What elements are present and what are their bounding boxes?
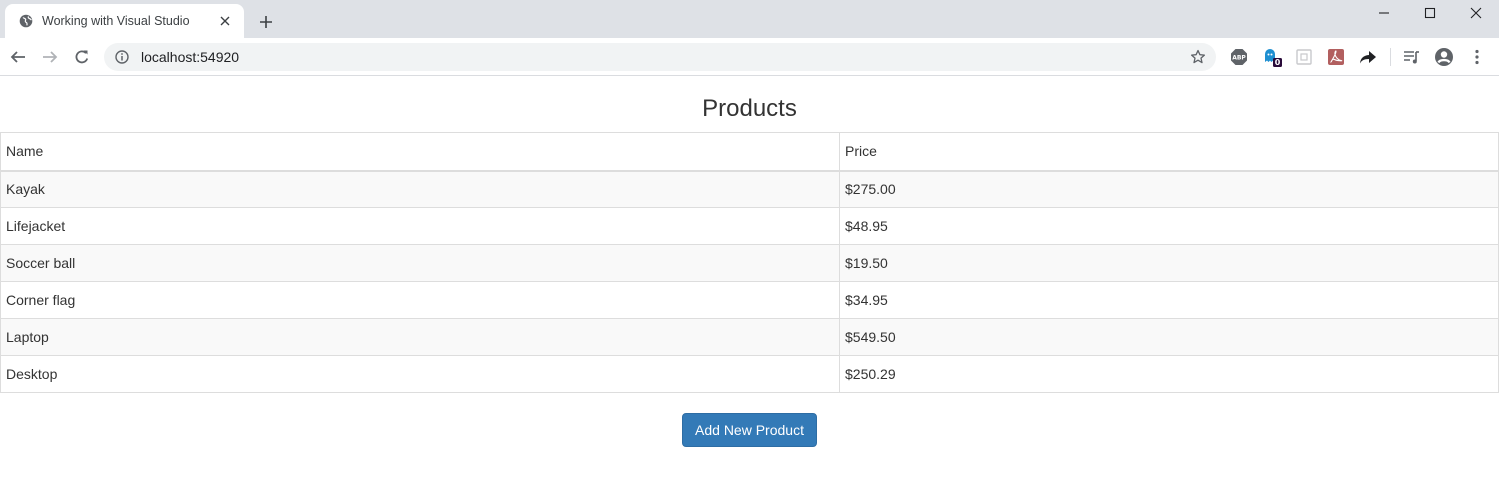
table-row: Soccer ball $19.50 [0, 244, 1499, 282]
close-window-icon[interactable] [1453, 0, 1499, 26]
ghostery-badge: 0 [1274, 58, 1281, 67]
media-queue-icon[interactable] [1402, 47, 1422, 67]
product-name: Desktop [0, 355, 840, 393]
product-name: Soccer ball [0, 244, 840, 282]
share-arrow-icon[interactable] [1358, 47, 1378, 67]
pdf-icon[interactable] [1326, 47, 1346, 67]
new-tab-icon[interactable] [255, 11, 277, 33]
product-price: $34.95 [839, 281, 1499, 319]
table-row: Desktop $250.29 [0, 355, 1499, 393]
maximize-icon[interactable] [1407, 0, 1453, 26]
browser-toolbar: ABP 0 [0, 38, 1499, 76]
button-container: Add New Product [0, 413, 1499, 447]
product-price: $250.29 [839, 355, 1499, 393]
tab-strip: Working with Visual Studio [0, 0, 1499, 38]
url-input[interactable] [139, 48, 1188, 66]
tab-title: Working with Visual Studio [42, 14, 190, 28]
browser-tab[interactable]: Working with Visual Studio [5, 4, 244, 38]
forward-arrow-icon[interactable] [39, 46, 61, 68]
product-price: $275.00 [839, 170, 1499, 208]
menu-dots-icon[interactable] [1467, 47, 1487, 67]
product-price: $549.50 [839, 318, 1499, 356]
address-bar[interactable] [104, 43, 1216, 71]
page-title: Products [702, 95, 797, 122]
site-info-icon[interactable] [113, 48, 131, 66]
ghostery-icon[interactable]: 0 [1262, 47, 1282, 67]
column-header-name: Name [0, 132, 840, 172]
table-header-row: Name Price [0, 132, 1499, 172]
product-name: Laptop [0, 318, 840, 356]
abp-icon[interactable]: ABP [1229, 47, 1249, 67]
product-name: Kayak [0, 170, 840, 208]
product-price: $48.95 [839, 207, 1499, 245]
account-icon[interactable] [1434, 47, 1454, 67]
table-row: Kayak $275.00 [0, 170, 1499, 208]
product-name: Lifejacket [0, 207, 840, 245]
table-row: Corner flag $34.95 [0, 281, 1499, 319]
tab-close-icon[interactable] [216, 12, 234, 30]
extension-icon[interactable] [1294, 47, 1314, 67]
table-row: Lifejacket $48.95 [0, 207, 1499, 245]
toolbar-separator [1390, 48, 1391, 66]
table-row: Laptop $549.50 [0, 318, 1499, 356]
bookmark-star-icon[interactable] [1188, 47, 1208, 67]
product-name: Corner flag [0, 281, 840, 319]
page-content: Products Name Price Kayak $275.00 Lifeja… [0, 77, 1499, 447]
back-arrow-icon[interactable] [7, 46, 29, 68]
globe-icon [17, 12, 35, 30]
minimize-icon[interactable] [1361, 0, 1407, 26]
add-new-product-button[interactable]: Add New Product [682, 413, 817, 447]
svg-text:ABP: ABP [1232, 55, 1246, 62]
product-price: $19.50 [839, 244, 1499, 282]
column-header-price: Price [839, 132, 1499, 172]
reload-icon[interactable] [71, 46, 93, 68]
products-table: Name Price Kayak $275.00 Lifejacket $48.… [0, 132, 1499, 393]
